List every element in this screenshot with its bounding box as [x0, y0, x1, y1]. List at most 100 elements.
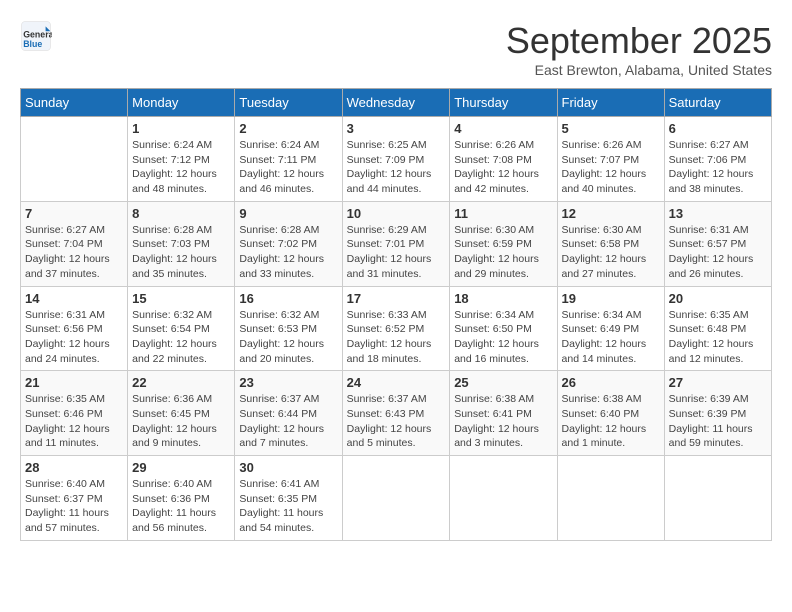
day-number: 8	[132, 206, 230, 221]
day-info: Sunrise: 6:37 AMSunset: 6:44 PMDaylight:…	[239, 392, 337, 451]
calendar-table: Sunday Monday Tuesday Wednesday Thursday…	[20, 88, 772, 541]
day-cell-2-2: 16 Sunrise: 6:32 AMSunset: 6:53 PMDaylig…	[235, 286, 342, 371]
day-cell-0-0	[21, 117, 128, 202]
day-cell-3-4: 25 Sunrise: 6:38 AMSunset: 6:41 PMDaylig…	[450, 371, 557, 456]
day-number: 2	[239, 121, 337, 136]
week-row-1: 1 Sunrise: 6:24 AMSunset: 7:12 PMDayligh…	[21, 117, 772, 202]
day-number: 15	[132, 291, 230, 306]
day-number: 16	[239, 291, 337, 306]
day-number: 1	[132, 121, 230, 136]
day-cell-2-0: 14 Sunrise: 6:31 AMSunset: 6:56 PMDaylig…	[21, 286, 128, 371]
svg-text:Blue: Blue	[23, 39, 42, 49]
day-cell-3-3: 24 Sunrise: 6:37 AMSunset: 6:43 PMDaylig…	[342, 371, 450, 456]
day-cell-3-0: 21 Sunrise: 6:35 AMSunset: 6:46 PMDaylig…	[21, 371, 128, 456]
day-number: 14	[25, 291, 123, 306]
day-info: Sunrise: 6:28 AMSunset: 7:02 PMDaylight:…	[239, 223, 337, 282]
day-cell-0-1: 1 Sunrise: 6:24 AMSunset: 7:12 PMDayligh…	[128, 117, 235, 202]
day-info: Sunrise: 6:41 AMSunset: 6:35 PMDaylight:…	[239, 477, 337, 536]
day-cell-2-5: 19 Sunrise: 6:34 AMSunset: 6:49 PMDaylig…	[557, 286, 664, 371]
day-number: 28	[25, 460, 123, 475]
day-cell-4-2: 30 Sunrise: 6:41 AMSunset: 6:35 PMDaylig…	[235, 456, 342, 541]
day-info: Sunrise: 6:34 AMSunset: 6:50 PMDaylight:…	[454, 308, 552, 367]
day-number: 11	[454, 206, 552, 221]
day-info: Sunrise: 6:33 AMSunset: 6:52 PMDaylight:…	[347, 308, 446, 367]
col-sunday: Sunday	[21, 89, 128, 117]
day-info: Sunrise: 6:37 AMSunset: 6:43 PMDaylight:…	[347, 392, 446, 451]
day-number: 24	[347, 375, 446, 390]
day-cell-2-3: 17 Sunrise: 6:33 AMSunset: 6:52 PMDaylig…	[342, 286, 450, 371]
day-cell-4-6	[664, 456, 771, 541]
day-number: 17	[347, 291, 446, 306]
day-cell-4-1: 29 Sunrise: 6:40 AMSunset: 6:36 PMDaylig…	[128, 456, 235, 541]
day-number: 22	[132, 375, 230, 390]
day-info: Sunrise: 6:30 AMSunset: 6:59 PMDaylight:…	[454, 223, 552, 282]
day-cell-3-1: 22 Sunrise: 6:36 AMSunset: 6:45 PMDaylig…	[128, 371, 235, 456]
day-cell-4-4	[450, 456, 557, 541]
col-wednesday: Wednesday	[342, 89, 450, 117]
day-number: 13	[669, 206, 767, 221]
day-cell-0-4: 4 Sunrise: 6:26 AMSunset: 7:08 PMDayligh…	[450, 117, 557, 202]
day-cell-1-5: 12 Sunrise: 6:30 AMSunset: 6:58 PMDaylig…	[557, 201, 664, 286]
logo-icon: General Blue	[20, 20, 52, 52]
day-cell-3-6: 27 Sunrise: 6:39 AMSunset: 6:39 PMDaylig…	[664, 371, 771, 456]
day-number: 6	[669, 121, 767, 136]
day-cell-0-2: 2 Sunrise: 6:24 AMSunset: 7:11 PMDayligh…	[235, 117, 342, 202]
day-number: 19	[562, 291, 660, 306]
day-number: 20	[669, 291, 767, 306]
day-cell-1-1: 8 Sunrise: 6:28 AMSunset: 7:03 PMDayligh…	[128, 201, 235, 286]
day-cell-0-6: 6 Sunrise: 6:27 AMSunset: 7:06 PMDayligh…	[664, 117, 771, 202]
day-number: 9	[239, 206, 337, 221]
day-info: Sunrise: 6:38 AMSunset: 6:40 PMDaylight:…	[562, 392, 660, 451]
day-cell-4-3	[342, 456, 450, 541]
day-cell-3-2: 23 Sunrise: 6:37 AMSunset: 6:44 PMDaylig…	[235, 371, 342, 456]
day-number: 18	[454, 291, 552, 306]
week-row-2: 7 Sunrise: 6:27 AMSunset: 7:04 PMDayligh…	[21, 201, 772, 286]
day-info: Sunrise: 6:26 AMSunset: 7:07 PMDaylight:…	[562, 138, 660, 197]
day-info: Sunrise: 6:31 AMSunset: 6:57 PMDaylight:…	[669, 223, 767, 282]
logo: General Blue	[20, 20, 52, 52]
page-header: General Blue September 2025 East Brewton…	[20, 20, 772, 78]
day-number: 12	[562, 206, 660, 221]
day-info: Sunrise: 6:32 AMSunset: 6:53 PMDaylight:…	[239, 308, 337, 367]
day-number: 21	[25, 375, 123, 390]
day-cell-2-6: 20 Sunrise: 6:35 AMSunset: 6:48 PMDaylig…	[664, 286, 771, 371]
day-info: Sunrise: 6:26 AMSunset: 7:08 PMDaylight:…	[454, 138, 552, 197]
col-friday: Friday	[557, 89, 664, 117]
col-saturday: Saturday	[664, 89, 771, 117]
day-info: Sunrise: 6:24 AMSunset: 7:11 PMDaylight:…	[239, 138, 337, 197]
location: East Brewton, Alabama, United States	[506, 62, 772, 78]
title-block: September 2025 East Brewton, Alabama, Un…	[506, 20, 772, 78]
day-cell-1-3: 10 Sunrise: 6:29 AMSunset: 7:01 PMDaylig…	[342, 201, 450, 286]
day-info: Sunrise: 6:32 AMSunset: 6:54 PMDaylight:…	[132, 308, 230, 367]
day-number: 26	[562, 375, 660, 390]
day-info: Sunrise: 6:31 AMSunset: 6:56 PMDaylight:…	[25, 308, 123, 367]
day-cell-0-3: 3 Sunrise: 6:25 AMSunset: 7:09 PMDayligh…	[342, 117, 450, 202]
col-monday: Monday	[128, 89, 235, 117]
day-number: 29	[132, 460, 230, 475]
day-info: Sunrise: 6:34 AMSunset: 6:49 PMDaylight:…	[562, 308, 660, 367]
day-number: 3	[347, 121, 446, 136]
week-row-3: 14 Sunrise: 6:31 AMSunset: 6:56 PMDaylig…	[21, 286, 772, 371]
day-number: 30	[239, 460, 337, 475]
day-info: Sunrise: 6:27 AMSunset: 7:06 PMDaylight:…	[669, 138, 767, 197]
month-title: September 2025	[506, 20, 772, 62]
day-cell-4-5	[557, 456, 664, 541]
week-row-4: 21 Sunrise: 6:35 AMSunset: 6:46 PMDaylig…	[21, 371, 772, 456]
day-info: Sunrise: 6:27 AMSunset: 7:04 PMDaylight:…	[25, 223, 123, 282]
day-number: 7	[25, 206, 123, 221]
day-cell-2-4: 18 Sunrise: 6:34 AMSunset: 6:50 PMDaylig…	[450, 286, 557, 371]
week-row-5: 28 Sunrise: 6:40 AMSunset: 6:37 PMDaylig…	[21, 456, 772, 541]
day-number: 27	[669, 375, 767, 390]
day-info: Sunrise: 6:36 AMSunset: 6:45 PMDaylight:…	[132, 392, 230, 451]
day-number: 25	[454, 375, 552, 390]
day-info: Sunrise: 6:28 AMSunset: 7:03 PMDaylight:…	[132, 223, 230, 282]
day-cell-1-0: 7 Sunrise: 6:27 AMSunset: 7:04 PMDayligh…	[21, 201, 128, 286]
day-info: Sunrise: 6:30 AMSunset: 6:58 PMDaylight:…	[562, 223, 660, 282]
day-cell-4-0: 28 Sunrise: 6:40 AMSunset: 6:37 PMDaylig…	[21, 456, 128, 541]
col-thursday: Thursday	[450, 89, 557, 117]
col-tuesday: Tuesday	[235, 89, 342, 117]
day-info: Sunrise: 6:38 AMSunset: 6:41 PMDaylight:…	[454, 392, 552, 451]
day-info: Sunrise: 6:24 AMSunset: 7:12 PMDaylight:…	[132, 138, 230, 197]
day-info: Sunrise: 6:29 AMSunset: 7:01 PMDaylight:…	[347, 223, 446, 282]
day-number: 10	[347, 206, 446, 221]
